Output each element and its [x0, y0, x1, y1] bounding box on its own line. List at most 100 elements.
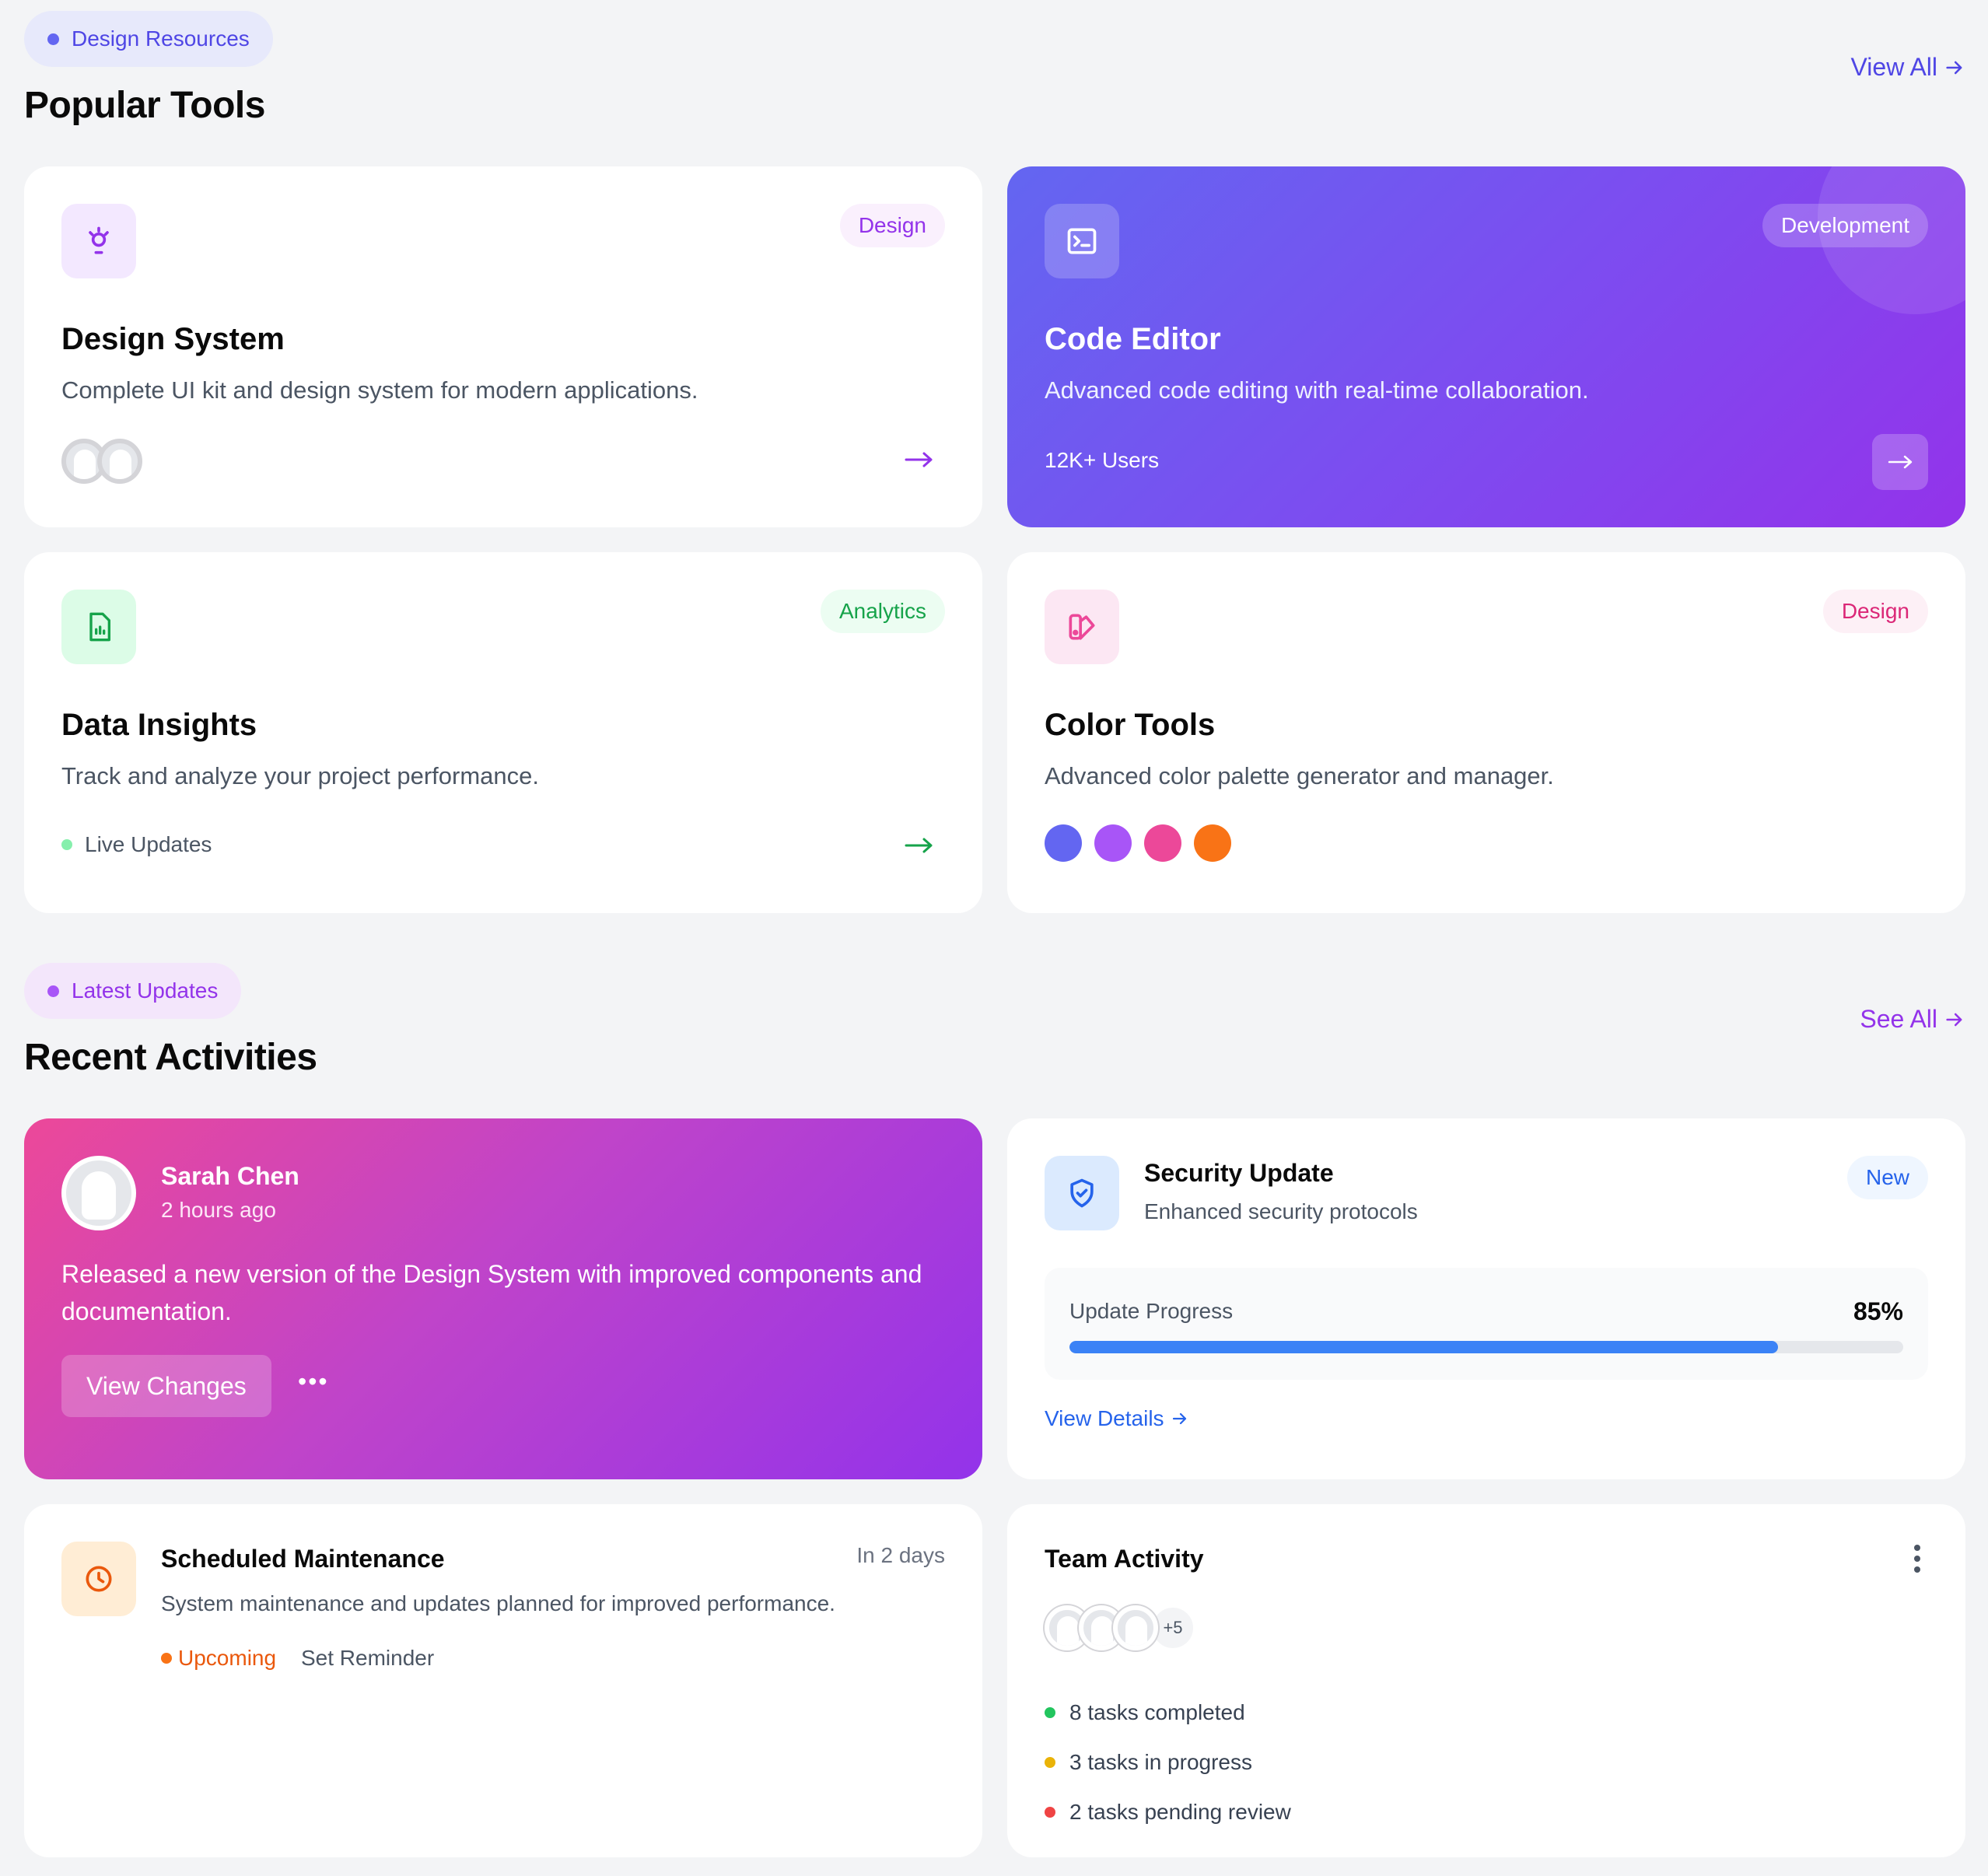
arrow-right-icon	[1172, 1412, 1186, 1425]
card-description: Advanced code editing with real-time col…	[1045, 376, 1589, 404]
pill-label: Design Resources	[72, 26, 250, 51]
task-summary-label: 3 tasks in progress	[1069, 1750, 1252, 1774]
progress-fill	[1069, 1341, 1779, 1353]
pill-label: Latest Updates	[72, 978, 219, 1003]
card-description: Advanced color palette generator and man…	[1045, 762, 1554, 789]
pill-dot-icon	[47, 985, 59, 997]
shield-check-icon	[1070, 1178, 1094, 1208]
icon-box	[61, 590, 136, 664]
post-time: 2 hours ago	[161, 1198, 276, 1222]
task-summary-item: 2 tasks pending review	[1045, 1787, 1291, 1837]
team-avatars: +5	[1045, 1605, 1195, 1650]
post-text: Released a new version of the Design Sys…	[61, 1260, 922, 1325]
see-all-label: See All	[1860, 1005, 1937, 1033]
live-status-label: Live Updates	[85, 832, 212, 856]
task-summary-item: 3 tasks in progress	[1045, 1738, 1291, 1787]
category-tag: Development	[1762, 204, 1928, 247]
icon-box	[61, 1542, 136, 1616]
task-summary-label: 8 tasks completed	[1069, 1700, 1245, 1724]
maintenance-title: Scheduled Maintenance	[161, 1545, 445, 1573]
task-summary-label: 2 tasks pending review	[1069, 1800, 1291, 1824]
maintenance-card: Scheduled Maintenance In 2 days System m…	[24, 1504, 982, 1857]
status-dot-icon	[1045, 1757, 1055, 1768]
arrow-right-icon	[1946, 61, 1962, 74]
live-status: Live Updates	[61, 832, 212, 857]
chart-document-icon	[89, 612, 110, 642]
tool-card-color-tools[interactable]: Design Color Tools Advanced color palett…	[1007, 552, 1965, 913]
icon-box	[1045, 204, 1119, 278]
icon-box	[61, 204, 136, 278]
security-subtitle: Enhanced security protocols	[1144, 1199, 1418, 1223]
lightbulb-icon	[89, 226, 109, 254]
maintenance-description: System maintenance and updates planned f…	[161, 1591, 835, 1615]
security-title: Security Update	[1144, 1159, 1334, 1187]
security-update-card: Security Update Enhanced security protoc…	[1007, 1118, 1965, 1479]
see-all-link[interactable]: See All	[1860, 1005, 1965, 1034]
tool-card-design-system[interactable]: Design Design System Complete UI kit and…	[24, 166, 982, 527]
icon-box	[1045, 1156, 1119, 1230]
category-tag: Design	[1822, 590, 1928, 633]
set-reminder-button[interactable]: Set Reminder	[301, 1646, 434, 1671]
card-title: Color Tools	[1045, 708, 1216, 742]
clock-icon	[86, 1566, 112, 1592]
new-badge: New	[1846, 1156, 1928, 1199]
color-swatch[interactable]	[1144, 824, 1181, 862]
category-tag: Design	[839, 204, 945, 247]
more-options-icon[interactable]: •••	[298, 1367, 329, 1396]
maintenance-status: Upcoming	[161, 1646, 276, 1671]
maintenance-when: In 2 days	[856, 1543, 945, 1567]
icon-box	[1045, 590, 1119, 664]
design-resources-pill: Design Resources	[24, 11, 273, 67]
card-title: Data Insights	[61, 708, 257, 742]
palette-icon	[1069, 614, 1095, 640]
open-button[interactable]	[1872, 434, 1928, 490]
view-all-link[interactable]: View All	[1851, 53, 1965, 82]
view-changes-button[interactable]: View Changes	[61, 1355, 271, 1417]
view-details-label: View Details	[1045, 1406, 1164, 1430]
author-name: Sarah Chen	[161, 1162, 299, 1190]
tool-card-code-editor[interactable]: Development Code Editor Advanced code ed…	[1007, 166, 1965, 527]
color-swatch[interactable]	[1045, 824, 1082, 862]
task-summary-list: 8 tasks completed 3 tasks in progress 2 ta…	[1045, 1688, 1291, 1837]
task-summary-item: 8 tasks completed	[1045, 1688, 1291, 1738]
color-swatches	[1045, 824, 1231, 862]
avatar	[61, 1156, 136, 1230]
recent-activities-section: Latest Updates Recent Activities See All…	[24, 963, 1965, 1857]
team-title: Team Activity	[1045, 1545, 1204, 1573]
user-count: 12K+ Users	[1045, 448, 1160, 472]
tool-card-data-insights[interactable]: Analytics Data Insights Track and analyz…	[24, 552, 982, 913]
card-description: Complete UI kit and design system for mo…	[61, 376, 698, 404]
more-vertical-icon[interactable]	[1913, 1543, 1922, 1574]
activity-post-card: Sarah Chen 2 hours ago Released a new ve…	[24, 1118, 982, 1479]
card-description: Track and analyze your project performan…	[61, 762, 539, 789]
progress-value: 85%	[1853, 1297, 1903, 1325]
color-swatch[interactable]	[1094, 824, 1132, 862]
section-title: Popular Tools	[24, 85, 265, 126]
status-dot-icon	[1045, 1707, 1055, 1718]
avatar-group	[61, 439, 142, 484]
progress-bar	[1069, 1341, 1903, 1353]
status-label: Upcoming	[178, 1646, 277, 1670]
arrow-right-icon	[1946, 1013, 1962, 1026]
team-activity-card: Team Activity +5 8 tasks completed 3 task…	[1007, 1504, 1965, 1857]
arrow-right-icon	[1888, 455, 1913, 469]
color-swatch[interactable]	[1194, 824, 1231, 862]
arrow-right-icon[interactable]	[903, 448, 934, 471]
view-changes-label: View Changes	[86, 1371, 247, 1400]
popular-tools-section: Design Resources Popular Tools View All …	[24, 11, 1965, 913]
pill-dot-icon	[47, 33, 59, 45]
view-all-label: View All	[1850, 53, 1937, 81]
category-tag: Analytics	[820, 590, 945, 633]
status-dot-icon	[161, 1653, 172, 1664]
view-details-link[interactable]: View Details	[1045, 1406, 1189, 1431]
latest-updates-pill: Latest Updates	[24, 963, 242, 1019]
section-title: Recent Activities	[24, 1037, 317, 1078]
live-dot-icon	[61, 839, 72, 850]
status-dot-icon	[1045, 1807, 1055, 1818]
avatar	[1113, 1605, 1158, 1650]
card-title: Design System	[61, 322, 285, 356]
arrow-right-icon[interactable]	[903, 834, 934, 857]
progress-panel: Update Progress 85%	[1045, 1268, 1928, 1380]
terminal-icon	[1067, 228, 1097, 254]
avatar	[97, 439, 142, 484]
